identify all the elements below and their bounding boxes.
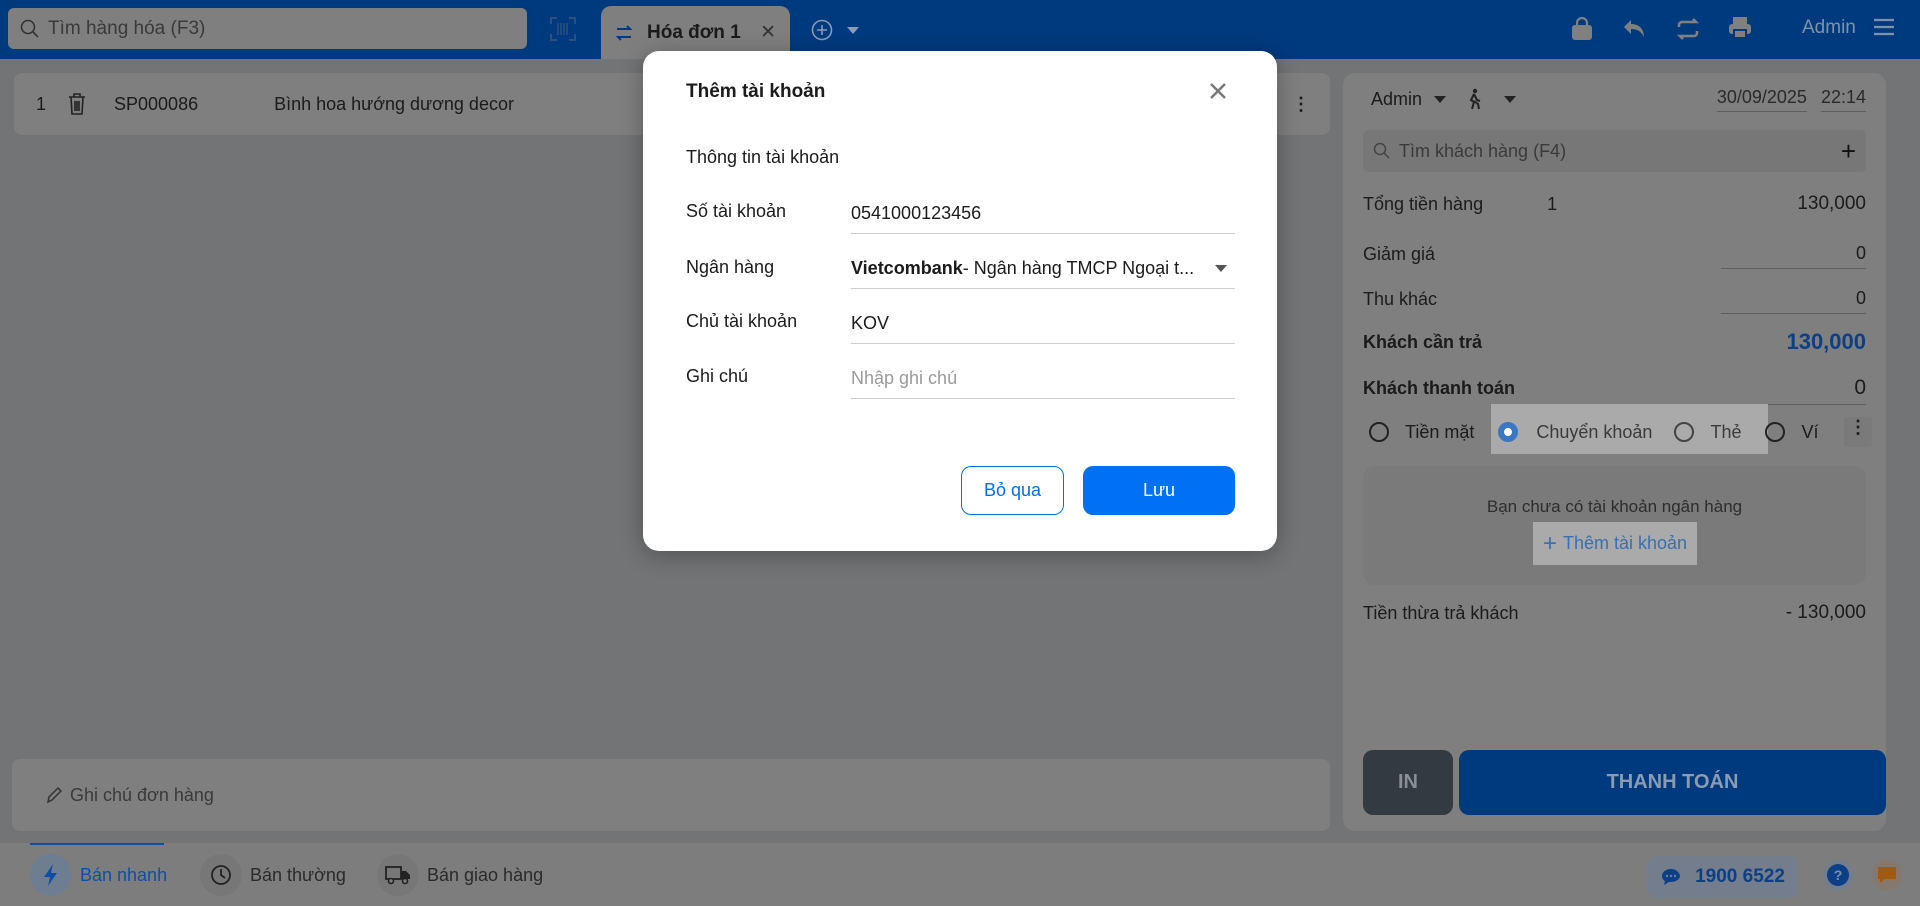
product-search-placeholder: Tìm hàng hóa (F3) — [48, 17, 206, 39]
radio-card[interactable] — [1674, 422, 1695, 442]
pay-button[interactable]: THANH TOÁN — [1459, 750, 1886, 815]
active-mode-indicator — [30, 843, 164, 845]
sale-time[interactable]: 22:14 — [1820, 87, 1866, 112]
total-qty: 1 — [1547, 193, 1558, 214]
trash-icon[interactable] — [68, 93, 86, 115]
method-card-label: Thẻ — [1710, 421, 1742, 442]
chevron-down-icon — [1215, 265, 1227, 272]
product-search[interactable]: Tìm hàng hóa (F3) — [8, 8, 527, 49]
seller-select[interactable]: Admin — [1371, 89, 1422, 110]
method-wallet-label: Ví — [1801, 421, 1819, 442]
search-icon — [20, 19, 40, 39]
bank-account-box: Bạn chưa có tài khoản ngân hàng + Thêm tà… — [1363, 466, 1866, 585]
discount-input[interactable]: 0 — [1721, 239, 1866, 269]
note-label: Ghi chú — [686, 366, 749, 386]
cancel-button[interactable]: Bỏ qua — [961, 466, 1064, 515]
hotline-button[interactable]: 1900 6522 — [1647, 856, 1799, 898]
item-index: 1 — [36, 93, 47, 114]
save-button[interactable]: Lưu — [1083, 466, 1235, 515]
bank-label: Ngân hàng — [686, 257, 775, 277]
customer-paid-label: Khách thanh toán — [1363, 378, 1515, 398]
pencil-icon — [46, 786, 62, 804]
add-account-button[interactable]: + Thêm tài khoản — [1533, 522, 1697, 565]
close-icon[interactable] — [1210, 83, 1226, 99]
method-transfer-label: Chuyển khoản — [1536, 421, 1653, 442]
tab-dropdown-icon[interactable] — [847, 27, 859, 34]
print-button[interactable]: IN — [1363, 750, 1453, 815]
radio-cash[interactable] — [1369, 422, 1389, 442]
mode-quick-sale[interactable]: Bán nhanh — [30, 854, 167, 896]
account-number-label: Số tài khoản — [686, 201, 787, 221]
account-owner-input[interactable]: KOV — [851, 304, 1235, 344]
search-icon — [1373, 142, 1391, 160]
order-note-placeholder: Ghi chú đơn hàng — [70, 784, 214, 805]
close-tab-icon[interactable]: ✕ — [760, 21, 776, 44]
add-tab-icon[interactable] — [811, 19, 833, 41]
tab-label: Hóa đơn 1 — [647, 21, 741, 43]
item-code: SP000086 — [114, 93, 199, 114]
bank-select[interactable]: Vietcombank - Ngân hàng TMCP Ngoại t... — [851, 249, 1235, 289]
add-customer-icon[interactable]: + — [1841, 136, 1856, 167]
clock-icon — [200, 854, 242, 896]
order-note[interactable]: Ghi chú đơn hàng — [12, 759, 1330, 831]
account-number-input[interactable]: 0541000123456 — [851, 194, 1235, 234]
print-icon[interactable] — [1728, 16, 1752, 40]
other-fee-input[interactable]: 0 — [1721, 284, 1866, 314]
plus-icon: + — [1542, 529, 1557, 557]
account-owner-label: Chủ tài khoản — [686, 311, 798, 331]
bag-icon[interactable] — [1571, 17, 1593, 41]
total-label: Tổng tiền hàng — [1363, 193, 1484, 214]
sync-icon[interactable] — [1676, 17, 1700, 41]
bank-full-name: - Ngân hàng TMCP Ngoại t... — [962, 258, 1195, 278]
walking-icon[interactable] — [1466, 88, 1482, 110]
radio-wallet[interactable] — [1765, 422, 1786, 442]
amount-due-label: Khách cần trả — [1363, 331, 1483, 352]
truck-icon — [377, 854, 419, 896]
radio-transfer[interactable] — [1498, 422, 1519, 442]
item-name: Bình hoa hướng dương decor — [274, 93, 514, 114]
mode-delivery-sale[interactable]: Bán giao hàng — [377, 854, 543, 896]
undo-icon[interactable] — [1622, 18, 1646, 40]
customer-paid-input[interactable]: 0 — [1721, 372, 1866, 405]
change-label: Tiền thừa trả khách — [1363, 602, 1519, 623]
amount-due-value: 130,000 — [1786, 329, 1866, 354]
feedback-icon[interactable] — [1872, 860, 1902, 890]
item-more-icon[interactable]: ⋮ — [1292, 94, 1310, 115]
change-value: - 130,000 — [1785, 602, 1866, 623]
no-bank-message: Bạn chưa có tài khoản ngân hàng — [1486, 497, 1743, 516]
more-methods-icon[interactable]: ⋮ — [1844, 417, 1872, 447]
payment-panel: Admin 30/09/2025 22:14 Tìm khách hàng (F… — [1343, 73, 1886, 831]
add-account-dialog: Thêm tài khoản Thông tin tài khoản Số tà… — [643, 51, 1277, 551]
section-title: Thông tin tài khoản — [686, 147, 840, 167]
sale-channel-dropdown-icon[interactable] — [1504, 95, 1517, 103]
sale-date[interactable]: 30/09/2025 — [1716, 87, 1807, 112]
menu-icon[interactable] — [1874, 18, 1894, 36]
mode-normal-sale[interactable]: Bán thường — [200, 854, 346, 896]
total-value: 130,000 — [1797, 193, 1866, 214]
other-fee-label: Thu khác — [1363, 288, 1438, 309]
swap-icon — [615, 24, 633, 42]
note-input[interactable]: Nhập ghi chú — [851, 359, 1235, 399]
chat-icon — [1661, 868, 1681, 886]
customer-search[interactable]: Tìm khách hàng (F4) + — [1363, 130, 1866, 172]
seller-dropdown-icon[interactable] — [1434, 95, 1447, 103]
dialog-title: Thêm tài khoản — [686, 81, 826, 102]
lightning-icon — [30, 854, 72, 896]
user-name[interactable]: Admin — [1802, 17, 1856, 39]
barcode-icon[interactable] — [550, 17, 576, 41]
method-cash-label: Tiền mặt — [1405, 421, 1475, 442]
discount-label: Giảm giá — [1363, 243, 1436, 264]
bottom-bar: Bán nhanh Bán thường Bán giao hàng 1900 … — [0, 843, 1920, 906]
bank-short-name: Vietcombank — [851, 258, 963, 278]
help-icon[interactable]: ? — [1823, 860, 1853, 890]
